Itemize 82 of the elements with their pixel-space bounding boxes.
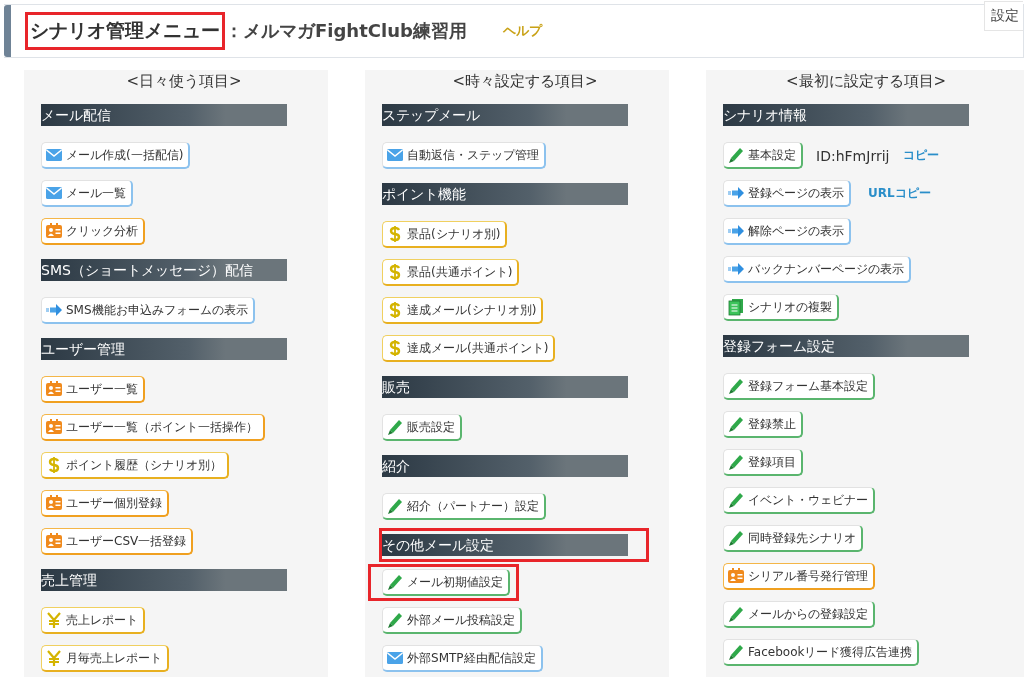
envelope-icon bbox=[386, 649, 405, 667]
menu-button[interactable]: SMS機能お申込みフォームの表示 bbox=[41, 297, 255, 324]
scenario-id: ID:hFmJrrij bbox=[816, 147, 890, 164]
menu-button[interactable]: バックナンバーページの表示 bbox=[723, 256, 912, 283]
menu-button[interactable]: メール作成(一括配信) bbox=[41, 142, 191, 169]
menu-button[interactable]: 登録ページの表示 bbox=[723, 180, 852, 207]
menu-button[interactable]: ユーザー一覧（ポイント一括操作） bbox=[41, 414, 265, 441]
menu-button[interactable]: 自動返信・ステップ管理 bbox=[382, 142, 547, 169]
settings-button[interactable]: 設定 bbox=[984, 1, 1023, 31]
section-heading: 売上管理 bbox=[41, 569, 287, 591]
menu-button[interactable]: クリック分析 bbox=[41, 218, 145, 245]
page-title: シナリオ管理メニュー bbox=[25, 12, 225, 50]
yen-sign-icon bbox=[45, 611, 63, 629]
id-card-icon bbox=[45, 494, 63, 512]
arrow-icon bbox=[727, 222, 746, 240]
menu-button[interactable]: 景品(シナリオ別) bbox=[382, 221, 508, 248]
id-card-icon bbox=[45, 532, 63, 550]
menu-button[interactable]: 登録禁止 bbox=[723, 411, 804, 438]
menu-button[interactable]: イベント・ウェビナー bbox=[723, 487, 876, 514]
menu-button[interactable]: シナリオの複製 bbox=[723, 294, 840, 321]
yen-sign-icon bbox=[45, 649, 63, 667]
pencil-icon bbox=[727, 377, 746, 395]
menu-button[interactable]: ユーザー一覧 bbox=[41, 376, 145, 403]
menu-button[interactable]: シリアル番号発行管理 bbox=[723, 563, 876, 590]
section-heading: 紹介 bbox=[382, 455, 629, 477]
menu-button[interactable]: 登録項目 bbox=[723, 449, 804, 476]
arrow-icon bbox=[45, 301, 63, 319]
column-title: <最初に設定する項目> bbox=[785, 72, 948, 91]
menu-button[interactable]: 景品(共通ポイント) bbox=[382, 259, 520, 286]
menu-button[interactable]: ポイント履歴（シナリオ別） bbox=[41, 452, 229, 479]
menu-button[interactable]: 外部メール投稿設定 bbox=[382, 607, 523, 634]
menu-button[interactable]: Facebookリード獲得広告連携 bbox=[723, 639, 920, 666]
section-heading: ユーザー管理 bbox=[41, 338, 287, 360]
id-card-icon bbox=[45, 380, 63, 398]
section-heading: メール配信 bbox=[41, 104, 287, 126]
menu-button[interactable]: 紹介（パートナー）設定 bbox=[382, 493, 547, 520]
menu-button[interactable]: メール一覧 bbox=[41, 180, 133, 207]
section-heading: その他メール設定 bbox=[382, 534, 629, 556]
envelope-icon bbox=[386, 146, 405, 164]
pencil-icon bbox=[386, 418, 405, 436]
menu-button[interactable]: 販売設定 bbox=[382, 414, 463, 441]
envelope-icon bbox=[45, 184, 63, 202]
document-icon bbox=[727, 298, 746, 316]
menu-button[interactable]: 外部SMTP経由配信設定 bbox=[382, 645, 543, 672]
menu-button[interactable]: 達成メール(共通ポイント) bbox=[382, 335, 556, 362]
arrow-icon bbox=[727, 184, 746, 202]
menu-button[interactable]: 達成メール(シナリオ別) bbox=[382, 297, 544, 324]
menu-button[interactable]: 月毎売上レポート bbox=[41, 645, 169, 672]
menu-button[interactable]: 基本設定 bbox=[723, 142, 804, 169]
pencil-icon bbox=[386, 573, 405, 591]
menu-button[interactable]: 解除ページの表示 bbox=[723, 218, 852, 245]
column-title: <日々使う項目> bbox=[125, 72, 243, 91]
pencil-icon bbox=[727, 453, 746, 471]
section-heading: シナリオ情報 bbox=[723, 104, 970, 126]
menu-button[interactable]: 登録フォーム基本設定 bbox=[723, 373, 876, 400]
pencil-icon bbox=[386, 497, 405, 515]
id-card-icon bbox=[45, 222, 63, 240]
section-heading: ポイント機能 bbox=[382, 183, 629, 205]
menu-button[interactable]: メール初期値設定 bbox=[382, 569, 511, 596]
pencil-icon bbox=[727, 146, 746, 164]
section-heading: 登録フォーム設定 bbox=[723, 335, 970, 357]
envelope-icon bbox=[45, 146, 63, 164]
id-card-icon bbox=[727, 567, 746, 585]
menu-button[interactable]: 売上レポート bbox=[41, 607, 145, 634]
menu-button[interactable]: ユーザー個別登録 bbox=[41, 490, 169, 517]
pencil-icon bbox=[386, 611, 405, 629]
pencil-icon bbox=[727, 415, 746, 433]
pencil-icon bbox=[727, 491, 746, 509]
scenario-name: ：メルマガFightClub練習用 bbox=[225, 19, 467, 43]
menu-button[interactable]: 同時登録先シナリオ bbox=[723, 525, 864, 552]
column-title: <時々設定する項目> bbox=[451, 72, 599, 91]
pencil-icon bbox=[727, 529, 746, 547]
pencil-icon bbox=[727, 643, 746, 661]
id-card-icon bbox=[45, 418, 63, 436]
menu-button[interactable]: ユーザーCSV一括登録 bbox=[41, 528, 194, 555]
arrow-icon bbox=[727, 260, 746, 278]
section-heading: 販売 bbox=[382, 376, 629, 398]
section-heading: ステップメール bbox=[382, 104, 629, 126]
accent-bar bbox=[4, 5, 11, 57]
section-heading: SMS（ショートメッセージ）配信 bbox=[41, 259, 287, 281]
pencil-icon bbox=[727, 605, 746, 623]
menu-button[interactable]: メールからの登録設定 bbox=[723, 601, 876, 628]
